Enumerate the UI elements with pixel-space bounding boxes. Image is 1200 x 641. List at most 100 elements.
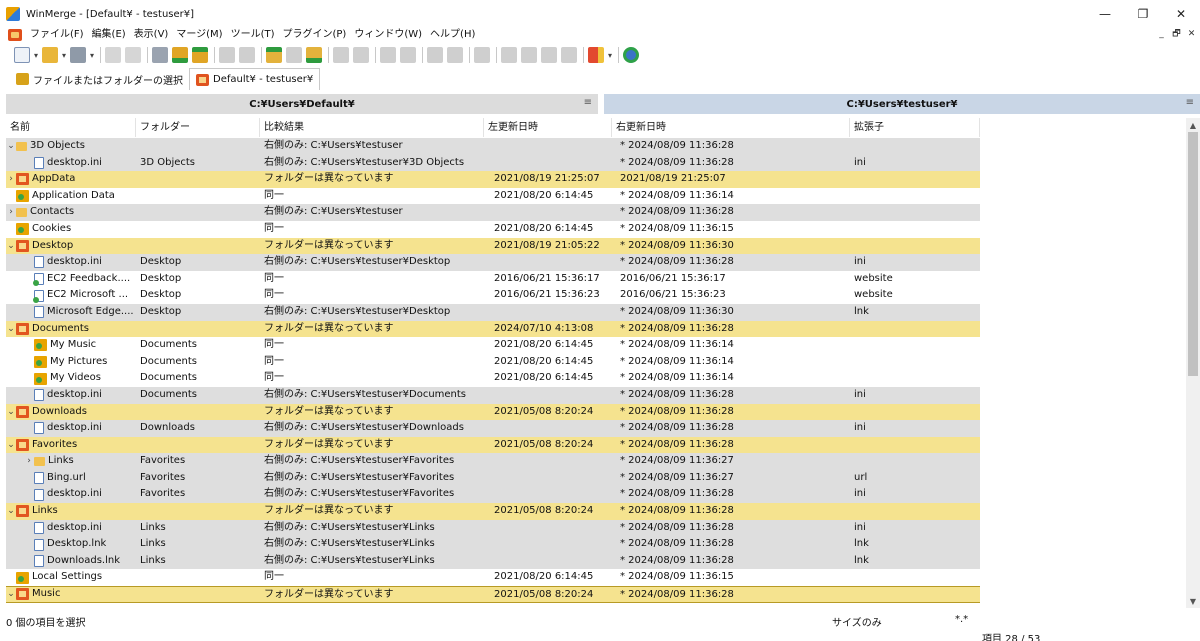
current-diff-icon[interactable] <box>286 47 303 63</box>
close-button[interactable]: ✕ <box>1162 0 1200 28</box>
expand-chevron-icon[interactable]: › <box>24 453 34 470</box>
menu-tools[interactable]: ツール(T) <box>227 26 279 44</box>
table-row[interactable]: ⌄ 3D Objects 右側のみ: C:¥Users¥testuser * 2024… <box>6 138 1186 155</box>
undo-icon[interactable] <box>105 47 122 63</box>
table-row[interactable]: My Music Documents 同一 2021/08/20 6:14:45 * 2… <box>6 337 1186 354</box>
column-extension[interactable]: 拡張子 <box>850 118 980 137</box>
vertical-scrollbar[interactable]: ▲ ▼ <box>1186 118 1200 608</box>
move-left-icon[interactable] <box>501 47 518 63</box>
mdi-restore-button[interactable]: 🗗 <box>1170 26 1183 41</box>
move-down-icon[interactable] <box>561 47 578 63</box>
document-menu-icon[interactable] <box>8 29 22 41</box>
minimize-button[interactable]: — <box>1086 0 1124 28</box>
table-row[interactable]: desktop.ini Favorites 右側のみ: C:¥Users¥testu… <box>6 486 1186 504</box>
column-result[interactable]: 比較結果 <box>260 118 484 137</box>
collapse-chevron-icon[interactable]: ⌄ <box>6 503 16 520</box>
column-folder[interactable]: フォルダー <box>136 118 260 137</box>
prev-diff-icon[interactable] <box>192 47 209 63</box>
expand-chevron-icon[interactable]: › <box>6 171 16 188</box>
merge-icon[interactable] <box>474 47 491 63</box>
collapse-chevron-icon[interactable]: ⌄ <box>6 587 16 602</box>
left-path-header[interactable]: C:¥Users¥Default¥ ≡ <box>6 94 598 114</box>
options-dropdown-icon[interactable]: ▾ <box>608 51 612 60</box>
mdi-minimize-button[interactable]: _ <box>1155 26 1168 41</box>
scroll-thumb[interactable] <box>1188 132 1198 376</box>
table-row[interactable]: desktop.ini Documents 右側のみ: C:¥Users¥testu… <box>6 386 1186 404</box>
last-diff-icon[interactable] <box>239 47 256 63</box>
table-row[interactable]: › Contacts 右側のみ: C:¥Users¥testuser * 2024/0… <box>6 204 1186 221</box>
table-row[interactable]: Cookies 同一 2021/08/20 6:14:45 * 2024/08/09 … <box>6 220 1186 238</box>
copy-all-left-icon[interactable] <box>447 47 464 63</box>
maximize-button[interactable]: ❐ <box>1124 0 1162 28</box>
collapse-chevron-icon[interactable]: ⌄ <box>6 437 16 454</box>
copy-all-right-icon[interactable] <box>427 47 444 63</box>
scroll-down-icon[interactable]: ▼ <box>1186 594 1200 608</box>
table-row[interactable]: desktop.ini Desktop 右側のみ: C:¥Users¥testuse… <box>6 254 1186 271</box>
next-diff-icon[interactable] <box>172 47 189 63</box>
save-dropdown-icon[interactable]: ▾ <box>90 51 94 60</box>
menu-edit[interactable]: 編集(E) <box>88 26 130 44</box>
table-row[interactable]: My Pictures Documents 同一 2021/08/20 6:14:45… <box>6 353 1186 371</box>
first-diff-icon[interactable] <box>219 47 236 63</box>
tab-select-files[interactable]: ファイルまたはフォルダーの選択 <box>10 68 189 90</box>
menu-window[interactable]: ウィンドウ(W) <box>350 26 426 44</box>
copy-left-advance-icon[interactable] <box>400 47 417 63</box>
table-row[interactable]: Application Data 同一 2021/08/20 6:14:45 * 20… <box>6 187 1186 205</box>
first-changed-icon[interactable] <box>266 47 283 63</box>
tab-folder-compare[interactable]: Default¥ - testuser¥ <box>189 68 321 90</box>
comparison-list[interactable]: ⌄ 3D Objects 右側のみ: C:¥Users¥testuser * 2024… <box>6 138 1186 608</box>
options-icon[interactable] <box>588 47 605 63</box>
table-row[interactable]: ⌄ Desktop フォルダーは異なっています 2021/08/19 21:05:22… <box>6 237 1186 255</box>
table-row[interactable]: Bing.url Favorites 右側のみ: C:¥Users¥testuser… <box>6 469 1186 487</box>
collapse-chevron-icon[interactable]: ⌄ <box>6 321 16 338</box>
menu-help[interactable]: ヘルプ(H) <box>426 26 479 44</box>
column-right-date[interactable]: 右更新日時 <box>612 118 850 137</box>
column-name[interactable]: 名前 <box>6 118 136 137</box>
menu-plugins[interactable]: プラグイン(P) <box>279 26 351 44</box>
menu-view[interactable]: 表示(V) <box>130 26 173 44</box>
table-row[interactable]: Desktop.lnk Links 右側のみ: C:¥Users¥testuser¥… <box>6 536 1186 553</box>
table-row[interactable]: desktop.ini Links 右側のみ: C:¥Users¥testuser¥… <box>6 519 1186 537</box>
table-row[interactable]: › AppData フォルダーは異なっています 2021/08/19 21:25:07… <box>6 171 1186 188</box>
move-up-icon[interactable] <box>541 47 558 63</box>
new-dropdown-icon[interactable]: ▾ <box>34 51 38 60</box>
table-row[interactable]: My Videos Documents 同一 2021/08/20 6:14:45 * … <box>6 370 1186 387</box>
collapse-chevron-icon[interactable]: ⌄ <box>6 138 16 155</box>
table-row[interactable]: ⌄ Links フォルダーは異なっています 2021/05/08 8:20:24 * 2… <box>6 503 1186 520</box>
table-row[interactable]: › Links Favorites 右側のみ: C:¥Users¥testuser¥F… <box>6 453 1186 470</box>
collapse-chevron-icon[interactable]: ⌄ <box>6 404 16 421</box>
scroll-up-icon[interactable]: ▲ <box>1186 118 1200 132</box>
move-right-icon[interactable] <box>521 47 538 63</box>
copy-right-advance-icon[interactable] <box>380 47 397 63</box>
copy-left-icon[interactable] <box>353 47 370 63</box>
menu-file[interactable]: ファイル(F) <box>26 26 88 44</box>
table-row[interactable]: ⌄ Downloads フォルダーは異なっています 2021/05/08 8:20:2… <box>6 403 1186 421</box>
expand-chevron-icon[interactable]: › <box>6 204 16 221</box>
menu-merge[interactable]: マージ(M) <box>172 26 226 44</box>
table-row[interactable]: ⌄ Favorites フォルダーは異なっています 2021/05/08 8:20:2… <box>6 436 1186 454</box>
table-row[interactable]: Microsoft Edge.... Desktop 右側のみ: C:¥Users¥… <box>6 303 1186 321</box>
mdi-close-button[interactable]: ✕ <box>1185 26 1198 41</box>
table-row[interactable]: Local Settings 同一 2021/08/20 6:14:45 * 2024… <box>6 569 1186 587</box>
new-icon[interactable] <box>14 47 30 63</box>
print-icon[interactable] <box>152 47 169 63</box>
refresh-icon[interactable] <box>623 47 640 63</box>
table-row[interactable]: desktop.ini Downloads 右側のみ: C:¥Users¥testu… <box>6 420 1186 437</box>
left-path-menu-icon[interactable]: ≡ <box>584 97 592 108</box>
column-left-date[interactable]: 左更新日時 <box>484 118 612 137</box>
right-path-menu-icon[interactable]: ≡ <box>1186 97 1194 108</box>
table-row[interactable]: ⌄ Music フォルダーは異なっています 2021/05/08 8:20:24 * 2… <box>6 586 1186 603</box>
open-folder-icon[interactable] <box>42 47 59 63</box>
table-row[interactable]: Downloads.lnk Links 右側のみ: C:¥Users¥testuse… <box>6 552 1186 570</box>
right-path-header[interactable]: C:¥Users¥testuser¥ ≡ <box>604 94 1200 114</box>
redo-icon[interactable] <box>125 47 142 63</box>
table-row[interactable]: desktop.ini 3D Objects 右側のみ: C:¥Users¥test… <box>6 154 1186 172</box>
table-row[interactable]: EC2 Feedback.... Desktop 同一 2016/06/21 15:3… <box>6 270 1186 288</box>
last-changed-icon[interactable] <box>306 47 323 63</box>
table-row[interactable]: ⌄ Documents フォルダーは異なっています 2024/07/10 4:13:0… <box>6 320 1186 338</box>
save-icon[interactable] <box>70 47 87 63</box>
collapse-chevron-icon[interactable]: ⌄ <box>6 238 16 255</box>
copy-right-icon[interactable] <box>333 47 350 63</box>
open-dropdown-icon[interactable]: ▾ <box>62 51 66 60</box>
table-row[interactable]: EC2 Microsoft ... Desktop 同一 2016/06/21 15:… <box>6 287 1186 304</box>
